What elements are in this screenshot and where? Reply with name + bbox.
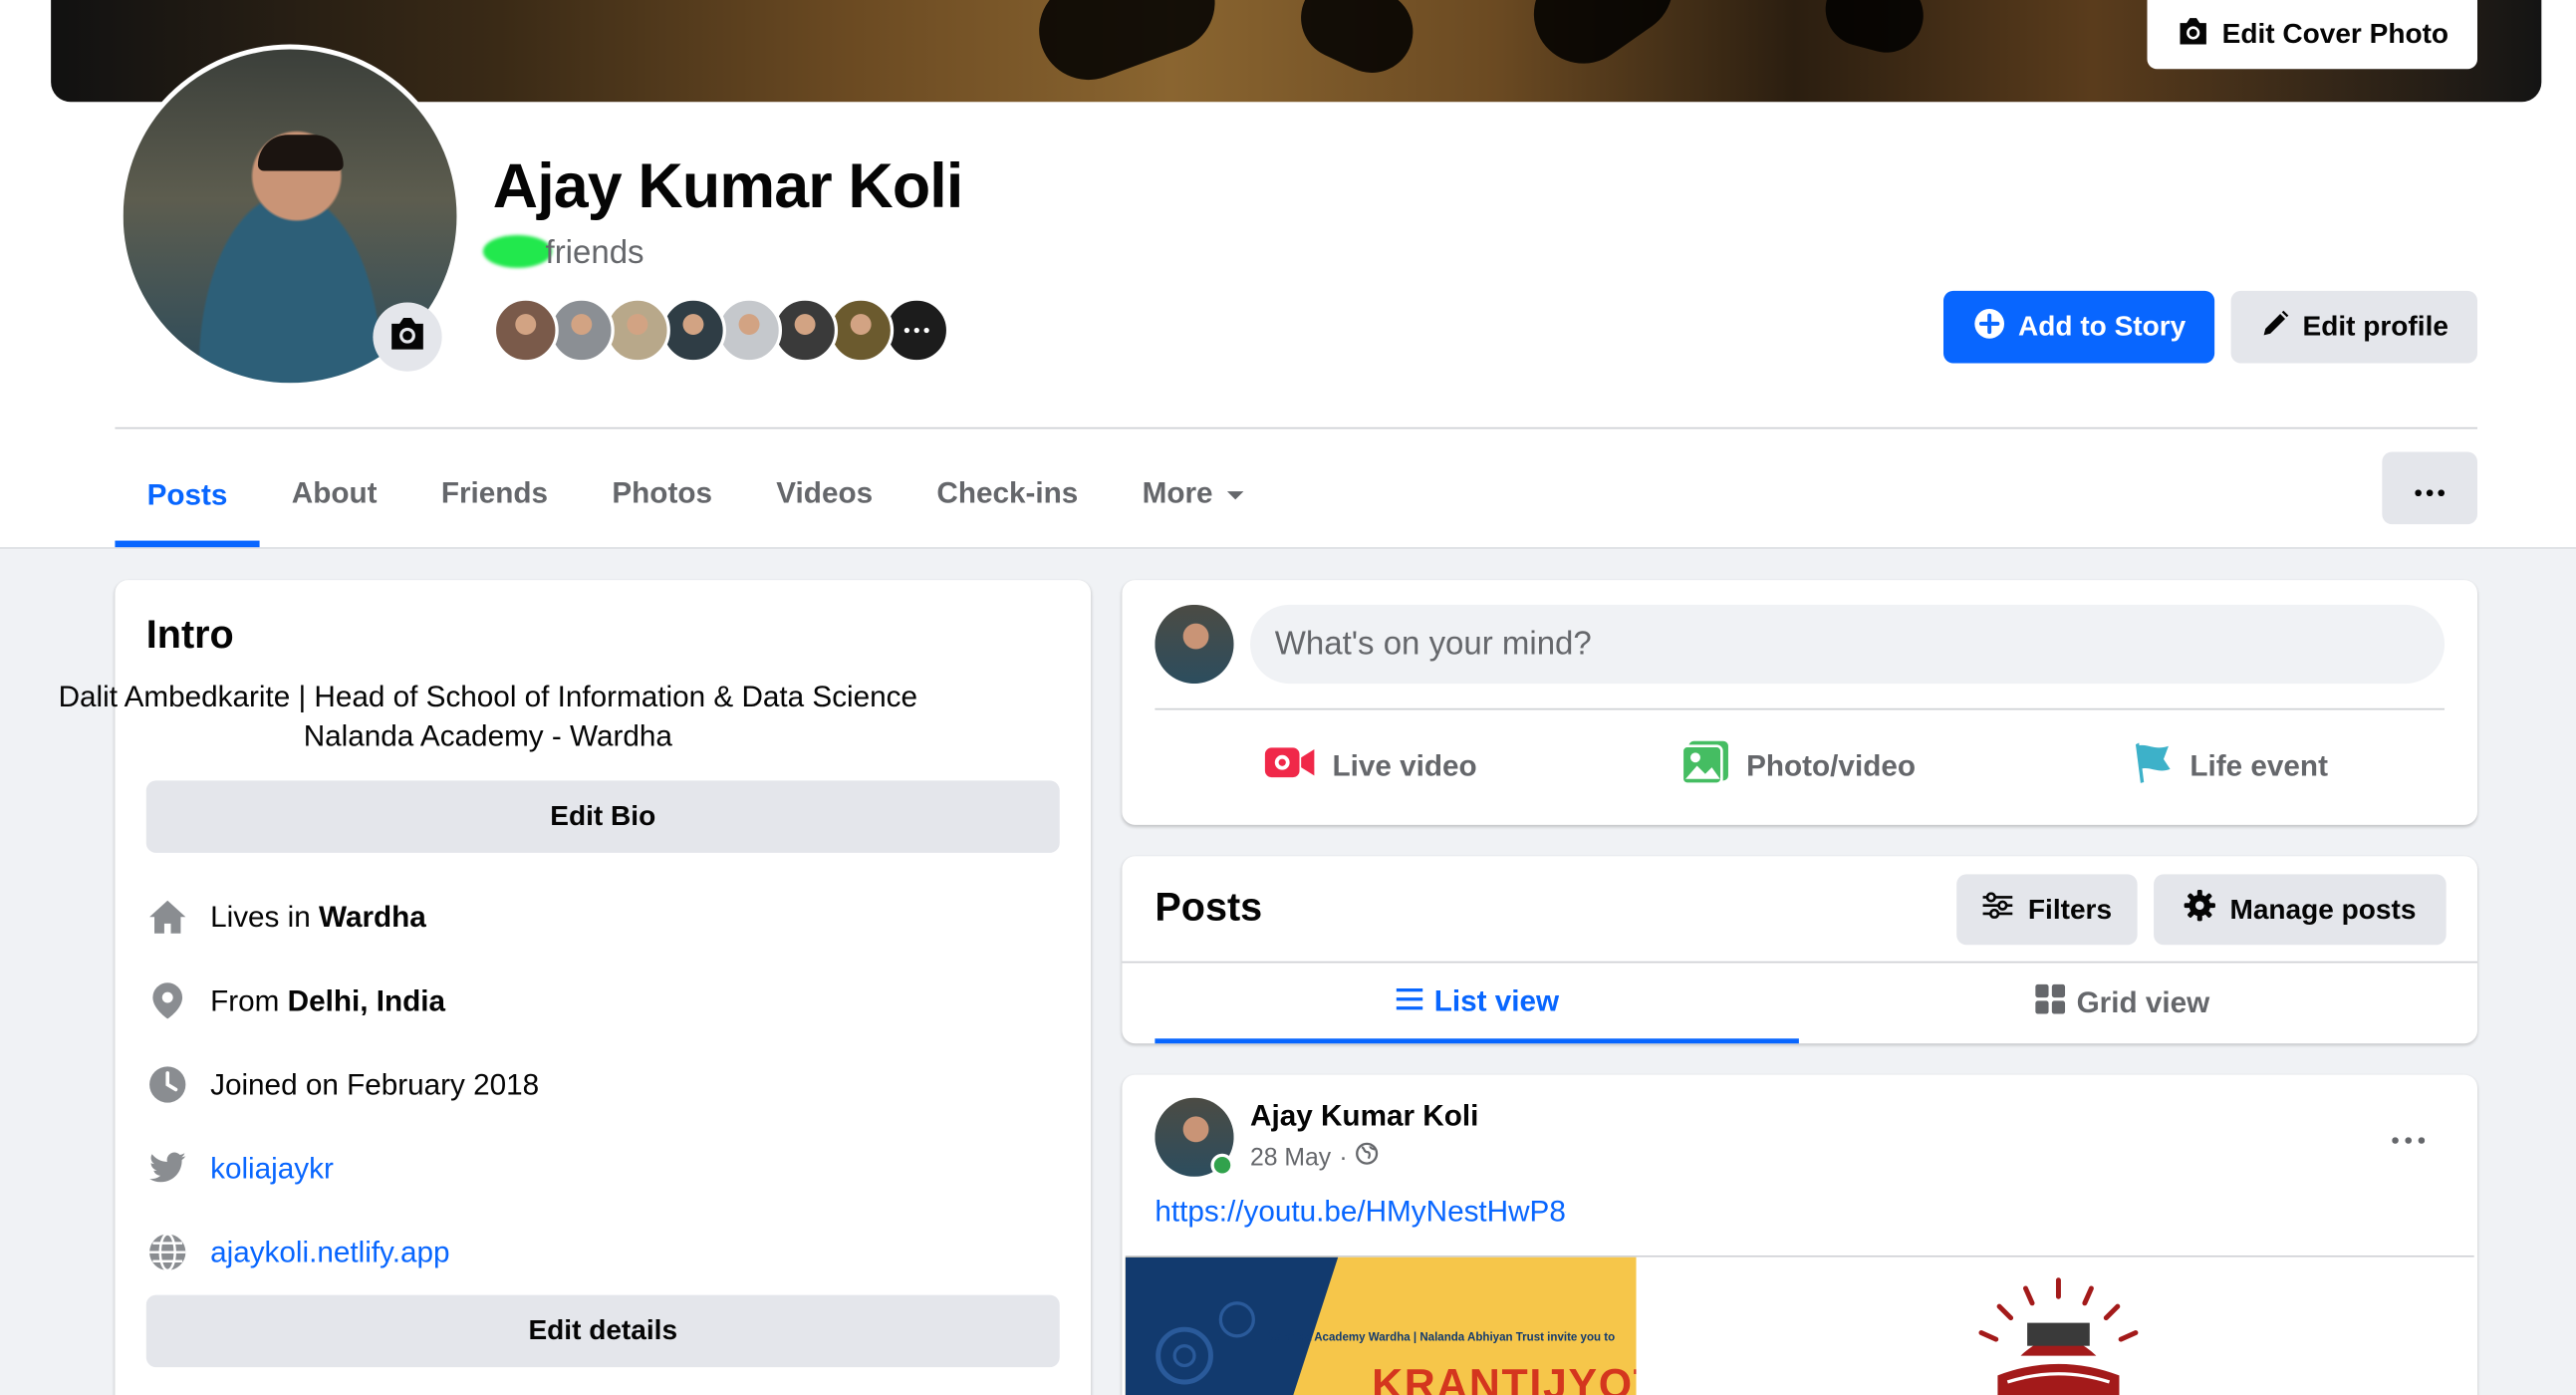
photo-video-button[interactable]: Photo/video bbox=[1680, 736, 1916, 795]
manage-posts-button[interactable]: Manage posts bbox=[2154, 874, 2447, 946]
organization-logo-icon bbox=[1978, 1277, 2139, 1395]
friend-avatar-1[interactable] bbox=[492, 297, 559, 364]
tab-friends[interactable]: Friends bbox=[409, 443, 581, 542]
gear-icon bbox=[2184, 889, 2216, 930]
list-view-label: List view bbox=[1433, 983, 1560, 1017]
website-row: ajaykoli.netlify.app bbox=[146, 1228, 450, 1276]
public-globe-icon bbox=[1356, 1142, 1379, 1172]
grid-icon bbox=[2034, 982, 2067, 1023]
posts-header-card: Posts Filters Manage posts List view Gri… bbox=[1122, 856, 2477, 1044]
globe-icon bbox=[146, 1231, 189, 1273]
from-row: From Delhi, India bbox=[146, 976, 445, 1025]
lives-value[interactable]: Wardha bbox=[319, 900, 426, 933]
camera-icon bbox=[2176, 16, 2208, 54]
twitter-link[interactable]: koliajaykr bbox=[210, 1151, 334, 1186]
live-video-button[interactable]: Live video bbox=[1263, 736, 1477, 795]
tab-about[interactable]: About bbox=[260, 443, 409, 542]
online-status-dot bbox=[1210, 1153, 1234, 1177]
caret-down-icon bbox=[1226, 475, 1246, 510]
friends-label: friends bbox=[545, 234, 644, 272]
poster-logo-panel bbox=[1636, 1256, 2474, 1395]
post-link[interactable]: https://youtu.be/HMyNestHwP8 bbox=[1155, 1195, 1565, 1230]
profile-tabs: Posts About Friends Photos Videos Check-… bbox=[115, 443, 1277, 548]
sliders-icon bbox=[1982, 892, 2015, 928]
profile-header: Edit Cover Photo Ajay Kumar Koli friends… bbox=[0, 0, 2576, 549]
tab-posts[interactable]: Posts bbox=[115, 443, 260, 548]
bio-line-2: Nalanda Academy - Wardha bbox=[303, 719, 672, 753]
edit-bio-label: Edit Bio bbox=[550, 800, 656, 832]
posts-title: Posts bbox=[1155, 885, 1263, 931]
twitter-row: koliajaykr bbox=[146, 1144, 334, 1193]
post-composer: What's on your mind? Live video Photo/vi… bbox=[1122, 580, 2477, 825]
post-image[interactable]: Nalanda Academy Wardha | Nalanda Abhiyan… bbox=[1125, 1255, 2474, 1395]
poster-invite-text: Nalanda Academy Wardha | Nalanda Abhiyan… bbox=[1266, 1332, 1616, 1345]
joined-text: Joined on February 2018 bbox=[210, 1067, 540, 1101]
composer-avatar[interactable] bbox=[1155, 604, 1234, 685]
from-prefix: From bbox=[210, 983, 280, 1017]
twitter-icon bbox=[146, 1147, 189, 1190]
tab-videos[interactable]: Videos bbox=[744, 443, 904, 542]
post-date[interactable]: 28 May bbox=[1250, 1143, 1331, 1171]
lives-in-row: Lives in Wardha bbox=[146, 893, 426, 942]
composer-divider bbox=[1155, 707, 2446, 710]
edit-cover-photo-label: Edit Cover Photo bbox=[2221, 18, 2449, 50]
grid-view-label: Grid view bbox=[2076, 985, 2210, 1019]
edit-profile-label: Edit profile bbox=[2302, 310, 2448, 343]
add-to-story-button[interactable]: Add to Story bbox=[1943, 290, 2215, 364]
pencil-icon bbox=[2260, 308, 2290, 346]
tab-photos[interactable]: Photos bbox=[580, 443, 744, 542]
grid-view-tab[interactable]: Grid view bbox=[1799, 963, 2445, 1043]
post-meta: 28 May · bbox=[1250, 1142, 1379, 1172]
camera-icon bbox=[387, 315, 427, 360]
edit-details-label: Edit details bbox=[528, 1314, 678, 1346]
flag-icon bbox=[2131, 740, 2174, 791]
home-icon bbox=[146, 896, 189, 939]
list-icon bbox=[1395, 983, 1424, 1018]
bio-line-1: Dalit Ambedkarite | Head of School of In… bbox=[58, 680, 918, 713]
edit-profile-button[interactable]: Edit profile bbox=[2230, 290, 2477, 364]
location-pin-icon bbox=[146, 979, 189, 1022]
redacted-scribble bbox=[482, 234, 553, 268]
tab-more[interactable]: More bbox=[1110, 443, 1277, 542]
live-video-label: Live video bbox=[1332, 748, 1477, 782]
from-value[interactable]: Delhi, India bbox=[288, 983, 445, 1016]
header-divider bbox=[115, 426, 2477, 429]
bio-text: Dalit Ambedkarite | Head of School of In… bbox=[31, 677, 944, 755]
friends-count-link[interactable]: friends bbox=[482, 234, 644, 273]
feed-post: Ajay Kumar Koli 28 May · https://youtu.b… bbox=[1122, 1074, 2477, 1395]
filters-button[interactable]: Filters bbox=[1956, 874, 2138, 946]
ellipsis-icon bbox=[2415, 471, 2446, 504]
website-link[interactable]: ajaykoli.netlify.app bbox=[210, 1235, 449, 1269]
manage-posts-label: Manage posts bbox=[2229, 893, 2417, 925]
edit-bio-button[interactable]: Edit Bio bbox=[145, 780, 1060, 853]
whats-on-your-mind-input[interactable]: What's on your mind? bbox=[1250, 604, 2446, 685]
edit-cover-photo-button[interactable]: Edit Cover Photo bbox=[2147, 0, 2477, 70]
post-author-name[interactable]: Ajay Kumar Koli bbox=[1250, 1099, 1478, 1134]
clock-icon bbox=[146, 1063, 189, 1106]
lives-prefix: Lives in bbox=[210, 899, 311, 933]
life-event-label: Life event bbox=[2190, 748, 2328, 782]
plus-circle-icon bbox=[1972, 307, 2005, 348]
list-view-tab[interactable]: List view bbox=[1155, 963, 1799, 1044]
event-poster: Nalanda Academy Wardha | Nalanda Abhiyan… bbox=[1125, 1256, 1637, 1395]
friend-avatars bbox=[492, 297, 950, 364]
filters-label: Filters bbox=[2027, 893, 2113, 925]
ellipsis-icon bbox=[2392, 1122, 2426, 1152]
profile-more-options-button[interactable] bbox=[2382, 451, 2477, 525]
joined-row: Joined on February 2018 bbox=[146, 1060, 539, 1109]
post-options-button[interactable] bbox=[2379, 1108, 2438, 1167]
gear-decoration-icon bbox=[1156, 1301, 1255, 1385]
life-event-button[interactable]: Life event bbox=[2131, 736, 2328, 795]
live-video-icon bbox=[1263, 742, 1316, 790]
photo-video-label: Photo/video bbox=[1746, 748, 1916, 782]
intro-title: Intro bbox=[145, 613, 234, 658]
poster-title: KRANTIJYOTI bbox=[1372, 1358, 1637, 1395]
add-to-story-label: Add to Story bbox=[2018, 310, 2187, 343]
tab-check-ins[interactable]: Check-ins bbox=[904, 443, 1110, 542]
edit-details-button[interactable]: Edit details bbox=[145, 1294, 1060, 1368]
photo-icon bbox=[1680, 738, 1729, 792]
update-profile-picture-button[interactable] bbox=[373, 302, 442, 372]
profile-name: Ajay Kumar Koli bbox=[492, 152, 964, 222]
